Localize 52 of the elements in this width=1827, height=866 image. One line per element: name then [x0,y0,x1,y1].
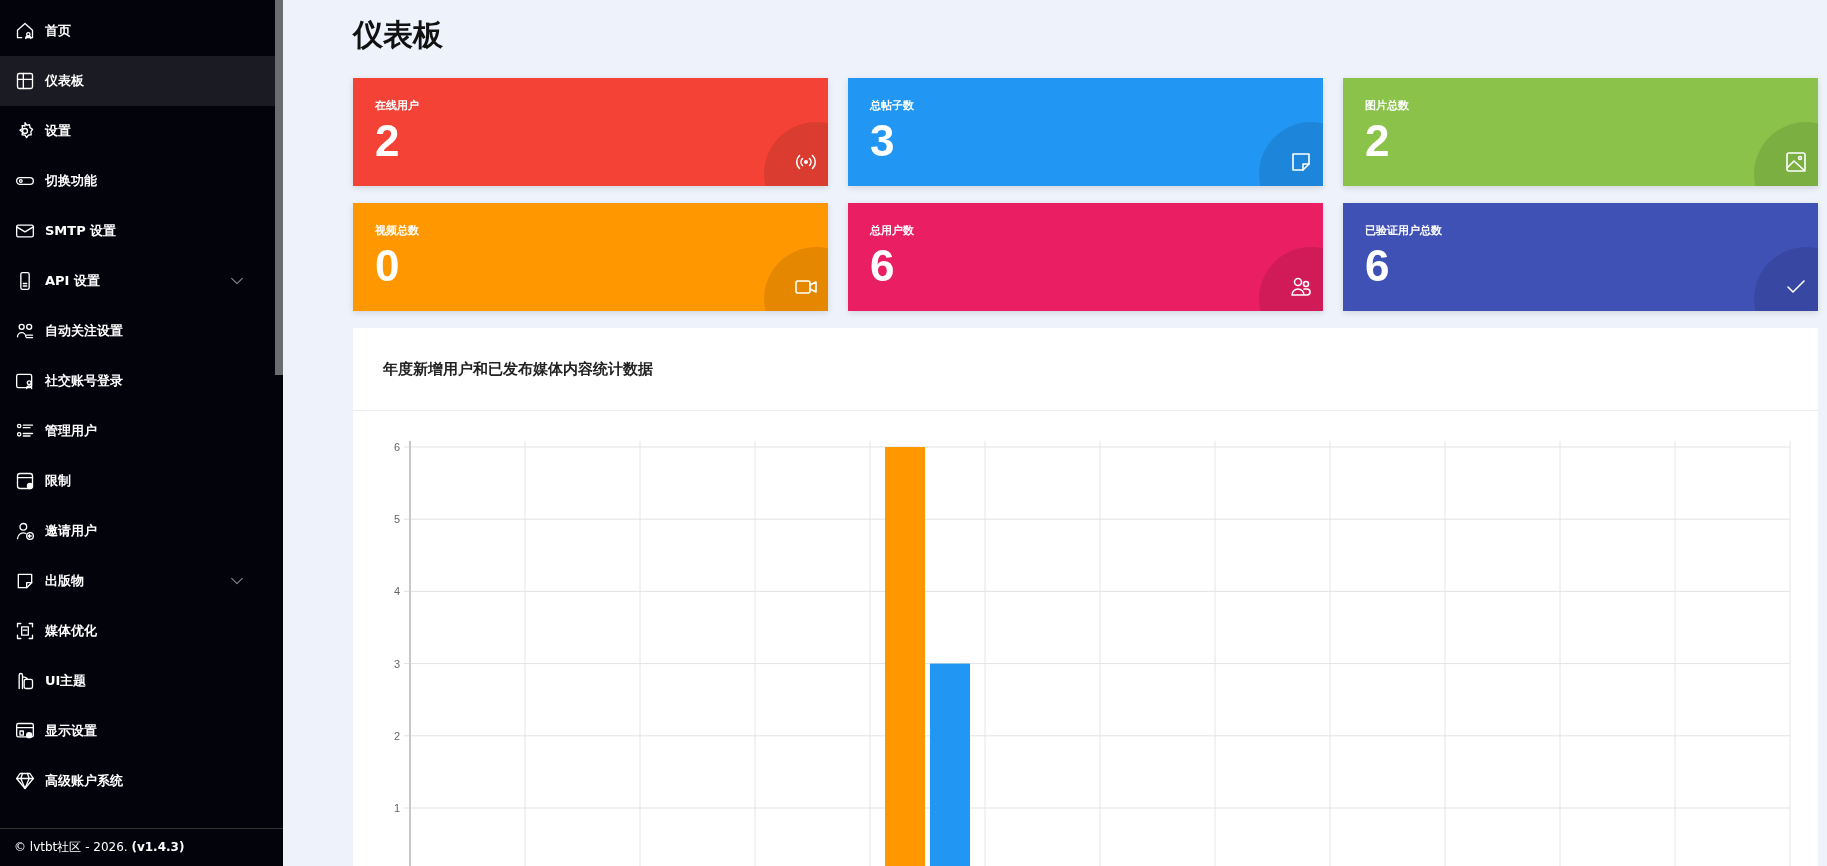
sidebar-item[interactable]: SMTP 设置 [0,206,275,256]
layout-icon [15,71,35,91]
sidebar-item[interactable]: 邀请用户 [0,506,275,556]
stat-label: 视频总数 [375,223,420,238]
stat-value: 0 [375,242,401,291]
stat-value: 3 [870,117,896,166]
footer-text: © lvtbt社区 - 2026. (v1.4.3) [14,839,185,856]
sidebar-item[interactable]: 设置 [0,106,275,156]
stat-label: 总用户数 [870,223,915,238]
stat-value: 6 [870,242,896,291]
stat-value: 2 [375,117,401,166]
sidebar-item[interactable]: 高级账户系统 [0,756,275,806]
sidebar-item[interactable]: 显示设置 [0,706,275,756]
stat-label: 在线用户 [375,98,420,113]
stat-label: 图片总数 [1365,98,1410,113]
sidebar-item[interactable]: 首页 [0,6,275,56]
account-icon [15,371,35,391]
sidebar-item[interactable]: API 设置 [0,256,275,306]
axis-tick-label: 4 [393,585,400,598]
axis-tick-label: 3 [393,657,400,670]
note-icon [15,571,35,591]
sidebar-item[interactable]: 社交账号登录 [0,356,275,406]
sidebar-item[interactable]: 仪表板 [0,56,275,106]
sidebar-item[interactable]: UI主题 [0,656,275,706]
user-arrow-icon [15,521,35,541]
users-icon [15,321,35,341]
sidebar-item[interactable]: 出版物 [0,556,275,606]
sidebar-item[interactable]: 媒体优化 [0,606,275,656]
stat-value: 6 [1365,242,1391,291]
axis-tick-label: 6 [393,441,400,453]
axis-tick-label: 2 [393,729,400,742]
chart-title: 年度新增用户和已发布媒体内容统计数据 [383,359,653,379]
sidebar-item[interactable]: 管理用户 [0,406,275,456]
home-icon [15,21,35,41]
image-icon [1784,150,1808,174]
diamond-icon [15,771,35,791]
stat-label: 总帖子数 [870,98,915,113]
users-icon [1289,275,1313,299]
note-icon [1289,150,1313,174]
sidebar-item[interactable]: 限制 [0,456,275,506]
sidebar-item[interactable]: 切换功能 [0,156,275,206]
scrollbar-thumb[interactable] [275,0,283,375]
axis-tick-label: 5 [393,513,400,526]
display-icon [15,721,35,741]
sidebar-item[interactable]: 自动关注设置 [0,306,275,356]
stat-value: 2 [1365,117,1391,166]
page-title: 仪表板 [353,16,444,54]
frame-icon [15,621,35,641]
window-icon [15,471,35,491]
axis-tick-label: 1 [393,802,400,814]
community-link[interactable]: lvtbt社区 [29,840,82,854]
stat-label: 已验证用户总数 [1365,223,1443,238]
